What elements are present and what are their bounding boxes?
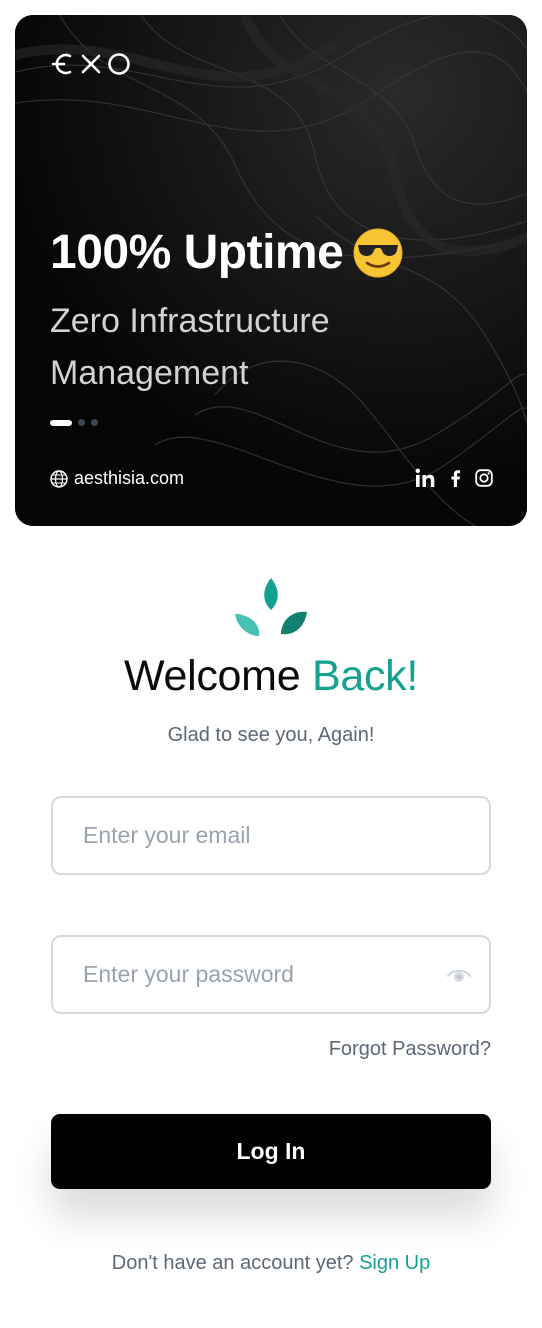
login-button[interactable]: Log In [51, 1114, 491, 1189]
forgot-password-link[interactable]: Forgot Password? [329, 1038, 491, 1061]
hero-banner: 100% Uptime Zero Infrastructure Manageme… [15, 15, 527, 526]
instagram-icon[interactable] [475, 469, 493, 492]
linkedin-icon[interactable] [415, 468, 435, 493]
website-text: aesthisia.com [74, 468, 185, 488]
smiling-face-with-sunglasses-icon [353, 228, 403, 277]
carousel-indicator [50, 419, 98, 426]
welcome-heading-accent: Back! [311, 652, 419, 700]
password-field-container [51, 935, 491, 1014]
carousel-dot-1[interactable] [50, 419, 72, 426]
signup-row: Don't have an account yet? Sign Up [0, 1252, 542, 1275]
hero-subtitle: Zero Infrastructure Management [50, 302, 330, 392]
welcome-heading-main: Welcome [123, 652, 301, 700]
hero-title: 100% Uptime [50, 225, 403, 280]
show-password-eye-icon[interactable] [447, 965, 471, 985]
facebook-icon[interactable] [449, 469, 461, 492]
hero-title-text: 100% Uptime [50, 226, 344, 279]
signup-prompt: Don't have an account yet? [111, 1252, 354, 1274]
email-field-container [51, 796, 491, 875]
globe-icon [50, 469, 68, 488]
social-links [415, 468, 493, 493]
password-input[interactable] [53, 937, 489, 1012]
exo-logo [51, 53, 130, 75]
signup-link[interactable]: Sign Up [359, 1252, 430, 1274]
leaf-logo-icon [235, 578, 307, 636]
carousel-dot-2[interactable] [78, 419, 85, 426]
carousel-dot-3[interactable] [91, 419, 98, 426]
email-input[interactable] [53, 798, 489, 873]
website-link[interactable]: aesthisia.com [50, 468, 184, 489]
welcome-subheading: Glad to see you, Again! [167, 724, 375, 746]
welcome-heading: Welcome Back! [0, 652, 542, 701]
